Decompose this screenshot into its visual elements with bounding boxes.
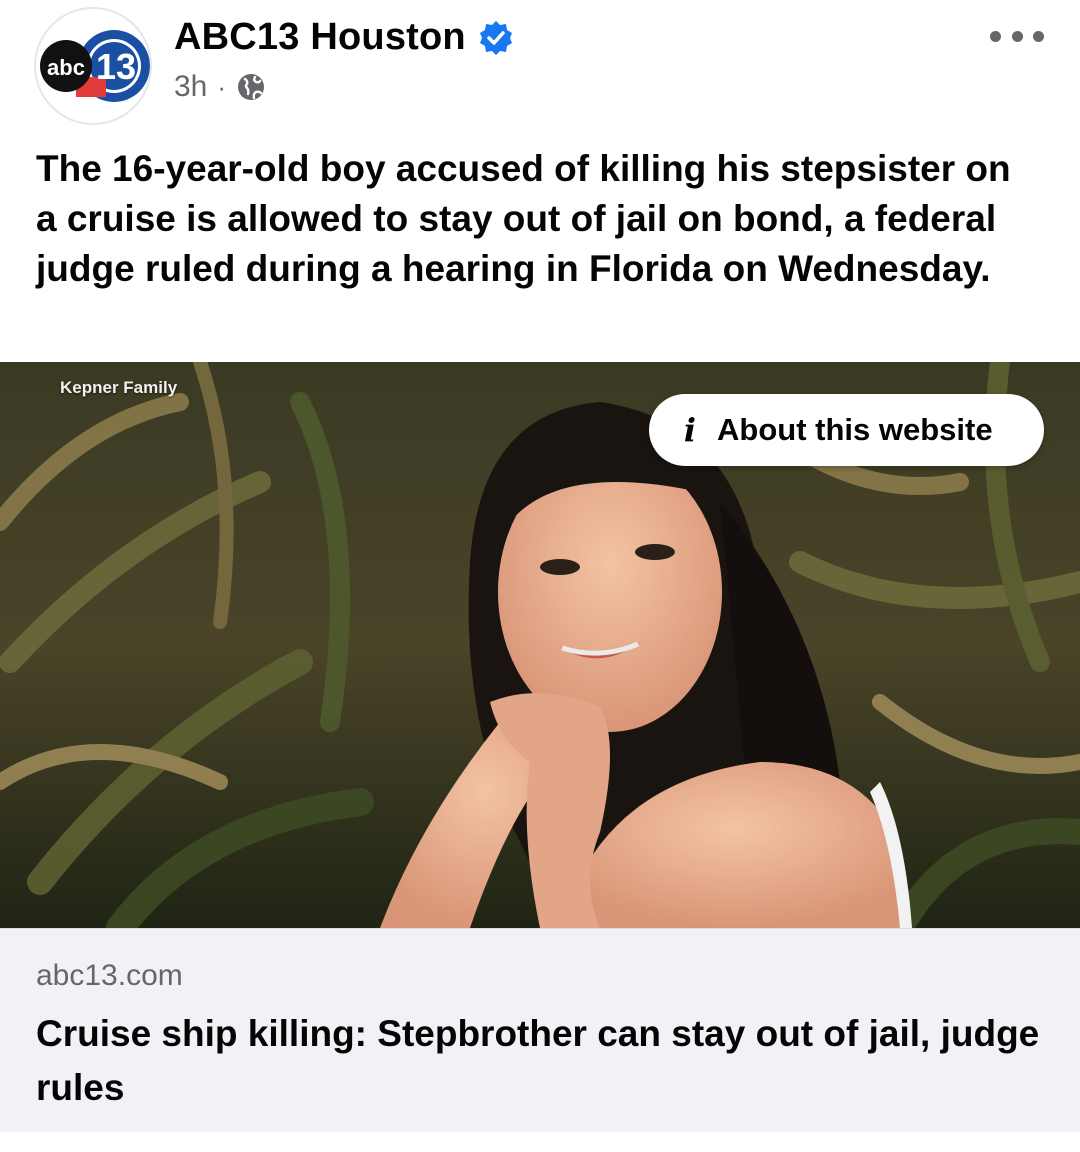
abc13-logo-icon: abc 13	[40, 30, 150, 102]
more-options-button[interactable]	[990, 22, 1044, 50]
image-credit: Kepner Family	[60, 378, 178, 397]
post-header: abc 13 ABC13 Houston 3h ·	[0, 0, 1080, 130]
globe-icon[interactable]	[236, 72, 266, 102]
about-this-website-button[interactable]: i About this website	[649, 394, 1044, 466]
post-caption: The 16-year-old boy accused of killing h…	[36, 148, 1011, 289]
page-name[interactable]: ABC13 Houston	[174, 16, 466, 59]
post-timestamp[interactable]: 3h	[174, 70, 207, 104]
verified-badge-icon	[479, 20, 512, 55]
about-this-website-label: About this website	[717, 412, 993, 447]
link-domain: abc13.com	[36, 959, 183, 992]
info-icon: i	[683, 411, 697, 449]
link-preview[interactable]: abc13.com Cruise ship killing: Stepbroth…	[0, 928, 1080, 1132]
post-meta: 3h ·	[174, 70, 266, 104]
more-dot	[1011, 30, 1023, 42]
page-avatar[interactable]: abc 13	[34, 7, 152, 125]
facebook-post: abc 13 ABC13 Houston 3h · The 16-year-ol…	[0, 0, 1080, 1152]
svg-text:13: 13	[96, 46, 136, 87]
more-dot	[990, 30, 1001, 42]
link-headline[interactable]: Cruise ship killing: Stepbrother can sta…	[36, 1007, 1046, 1115]
more-dot	[1033, 30, 1044, 42]
meta-separator: ·	[217, 71, 227, 102]
svg-text:abc: abc	[47, 55, 85, 80]
post-image[interactable]: Kepner Family i About this website	[0, 362, 1080, 928]
page-name-row: ABC13 Houston	[174, 16, 514, 59]
